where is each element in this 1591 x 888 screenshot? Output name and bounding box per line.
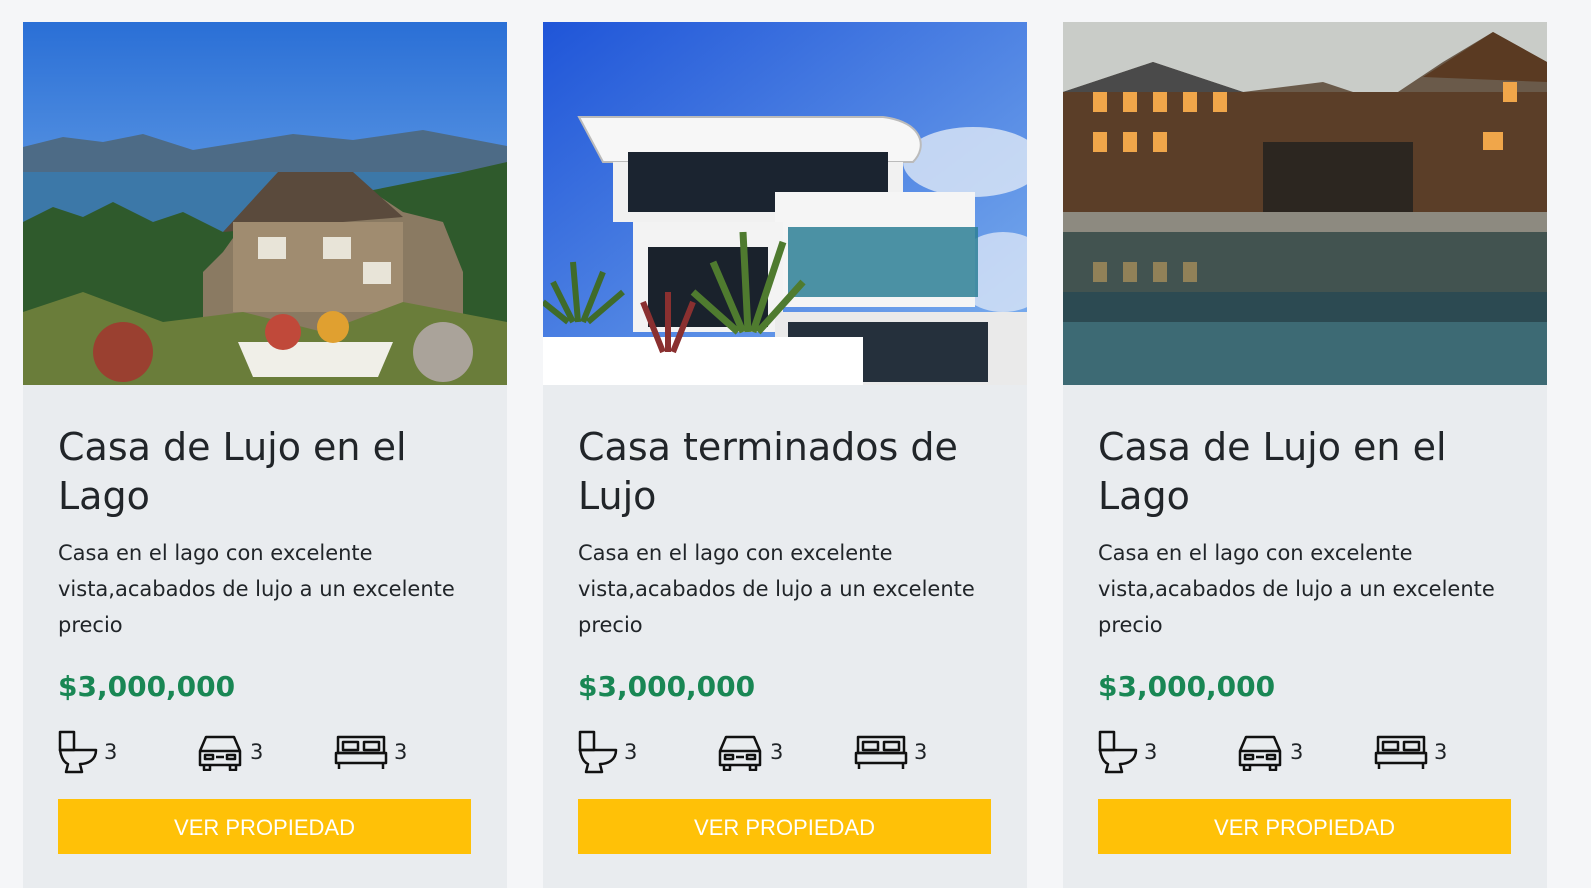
property-title: Casa terminados de Lujo <box>578 425 958 518</box>
property-grid: Casa de Lujo en el Lago Casa en el lago … <box>23 22 1547 888</box>
bedrooms-feature: 3 <box>334 733 472 771</box>
view-property-button[interactable]: VER PROPIEDAD <box>58 799 471 854</box>
bathrooms-count: 3 <box>1144 740 1158 764</box>
property-description: Casa en el lago con excelente vista,acab… <box>578 541 975 637</box>
property-description: Casa en el lago con excelente vista,acab… <box>1098 541 1495 637</box>
bedrooms-feature: 3 <box>854 733 992 771</box>
bedrooms-count: 3 <box>914 740 928 764</box>
parking-count: 3 <box>1290 740 1304 764</box>
property-title: Casa de Lujo en el Lago <box>58 425 407 518</box>
bathrooms-feature: 3 <box>58 730 196 774</box>
property-card: Casa terminados de Lujo Casa en el lago … <box>543 22 1027 888</box>
property-description: Casa en el lago con excelente vista,acab… <box>58 541 455 637</box>
view-property-button[interactable]: VER PROPIEDAD <box>578 799 991 854</box>
parking-feature: 3 <box>1236 733 1374 771</box>
parking-count: 3 <box>250 740 264 764</box>
modern-house-photo <box>543 22 1027 385</box>
bathrooms-feature: 3 <box>1098 730 1236 774</box>
toilet-icon <box>1098 730 1138 774</box>
car-icon <box>198 735 242 771</box>
pool-house-photo <box>1063 22 1547 385</box>
lake-house-photo <box>23 22 507 385</box>
bed-icon <box>854 735 908 769</box>
bedrooms-count: 3 <box>1434 740 1448 764</box>
property-price: $3,000,000 <box>58 670 236 703</box>
bathrooms-count: 3 <box>104 740 118 764</box>
property-price: $3,000,000 <box>1098 670 1276 703</box>
bedrooms-feature: 3 <box>1374 733 1512 771</box>
bed-icon <box>1374 735 1428 769</box>
card-body: Casa de Lujo en el Lago Casa en el lago … <box>1063 385 1547 854</box>
property-title: Casa de Lujo en el Lago <box>1098 425 1447 518</box>
card-body: Casa terminados de Lujo Casa en el lago … <box>543 385 1027 854</box>
bathrooms-count: 3 <box>624 740 638 764</box>
bedrooms-count: 3 <box>394 740 408 764</box>
card-body: Casa de Lujo en el Lago Casa en el lago … <box>23 385 507 854</box>
property-features: 3 3 3 <box>58 729 472 775</box>
bed-icon <box>334 735 388 769</box>
property-card: Casa de Lujo en el Lago Casa en el lago … <box>1063 22 1547 888</box>
property-features: 3 3 3 <box>578 729 992 775</box>
toilet-icon <box>58 730 98 774</box>
parking-feature: 3 <box>196 733 334 771</box>
bathrooms-feature: 3 <box>578 730 716 774</box>
car-icon <box>718 735 762 771</box>
view-property-button[interactable]: VER PROPIEDAD <box>1098 799 1511 854</box>
parking-count: 3 <box>770 740 784 764</box>
parking-feature: 3 <box>716 733 854 771</box>
property-card: Casa de Lujo en el Lago Casa en el lago … <box>23 22 507 888</box>
property-price: $3,000,000 <box>578 670 756 703</box>
toilet-icon <box>578 730 618 774</box>
car-icon <box>1238 735 1282 771</box>
property-features: 3 3 3 <box>1098 729 1512 775</box>
